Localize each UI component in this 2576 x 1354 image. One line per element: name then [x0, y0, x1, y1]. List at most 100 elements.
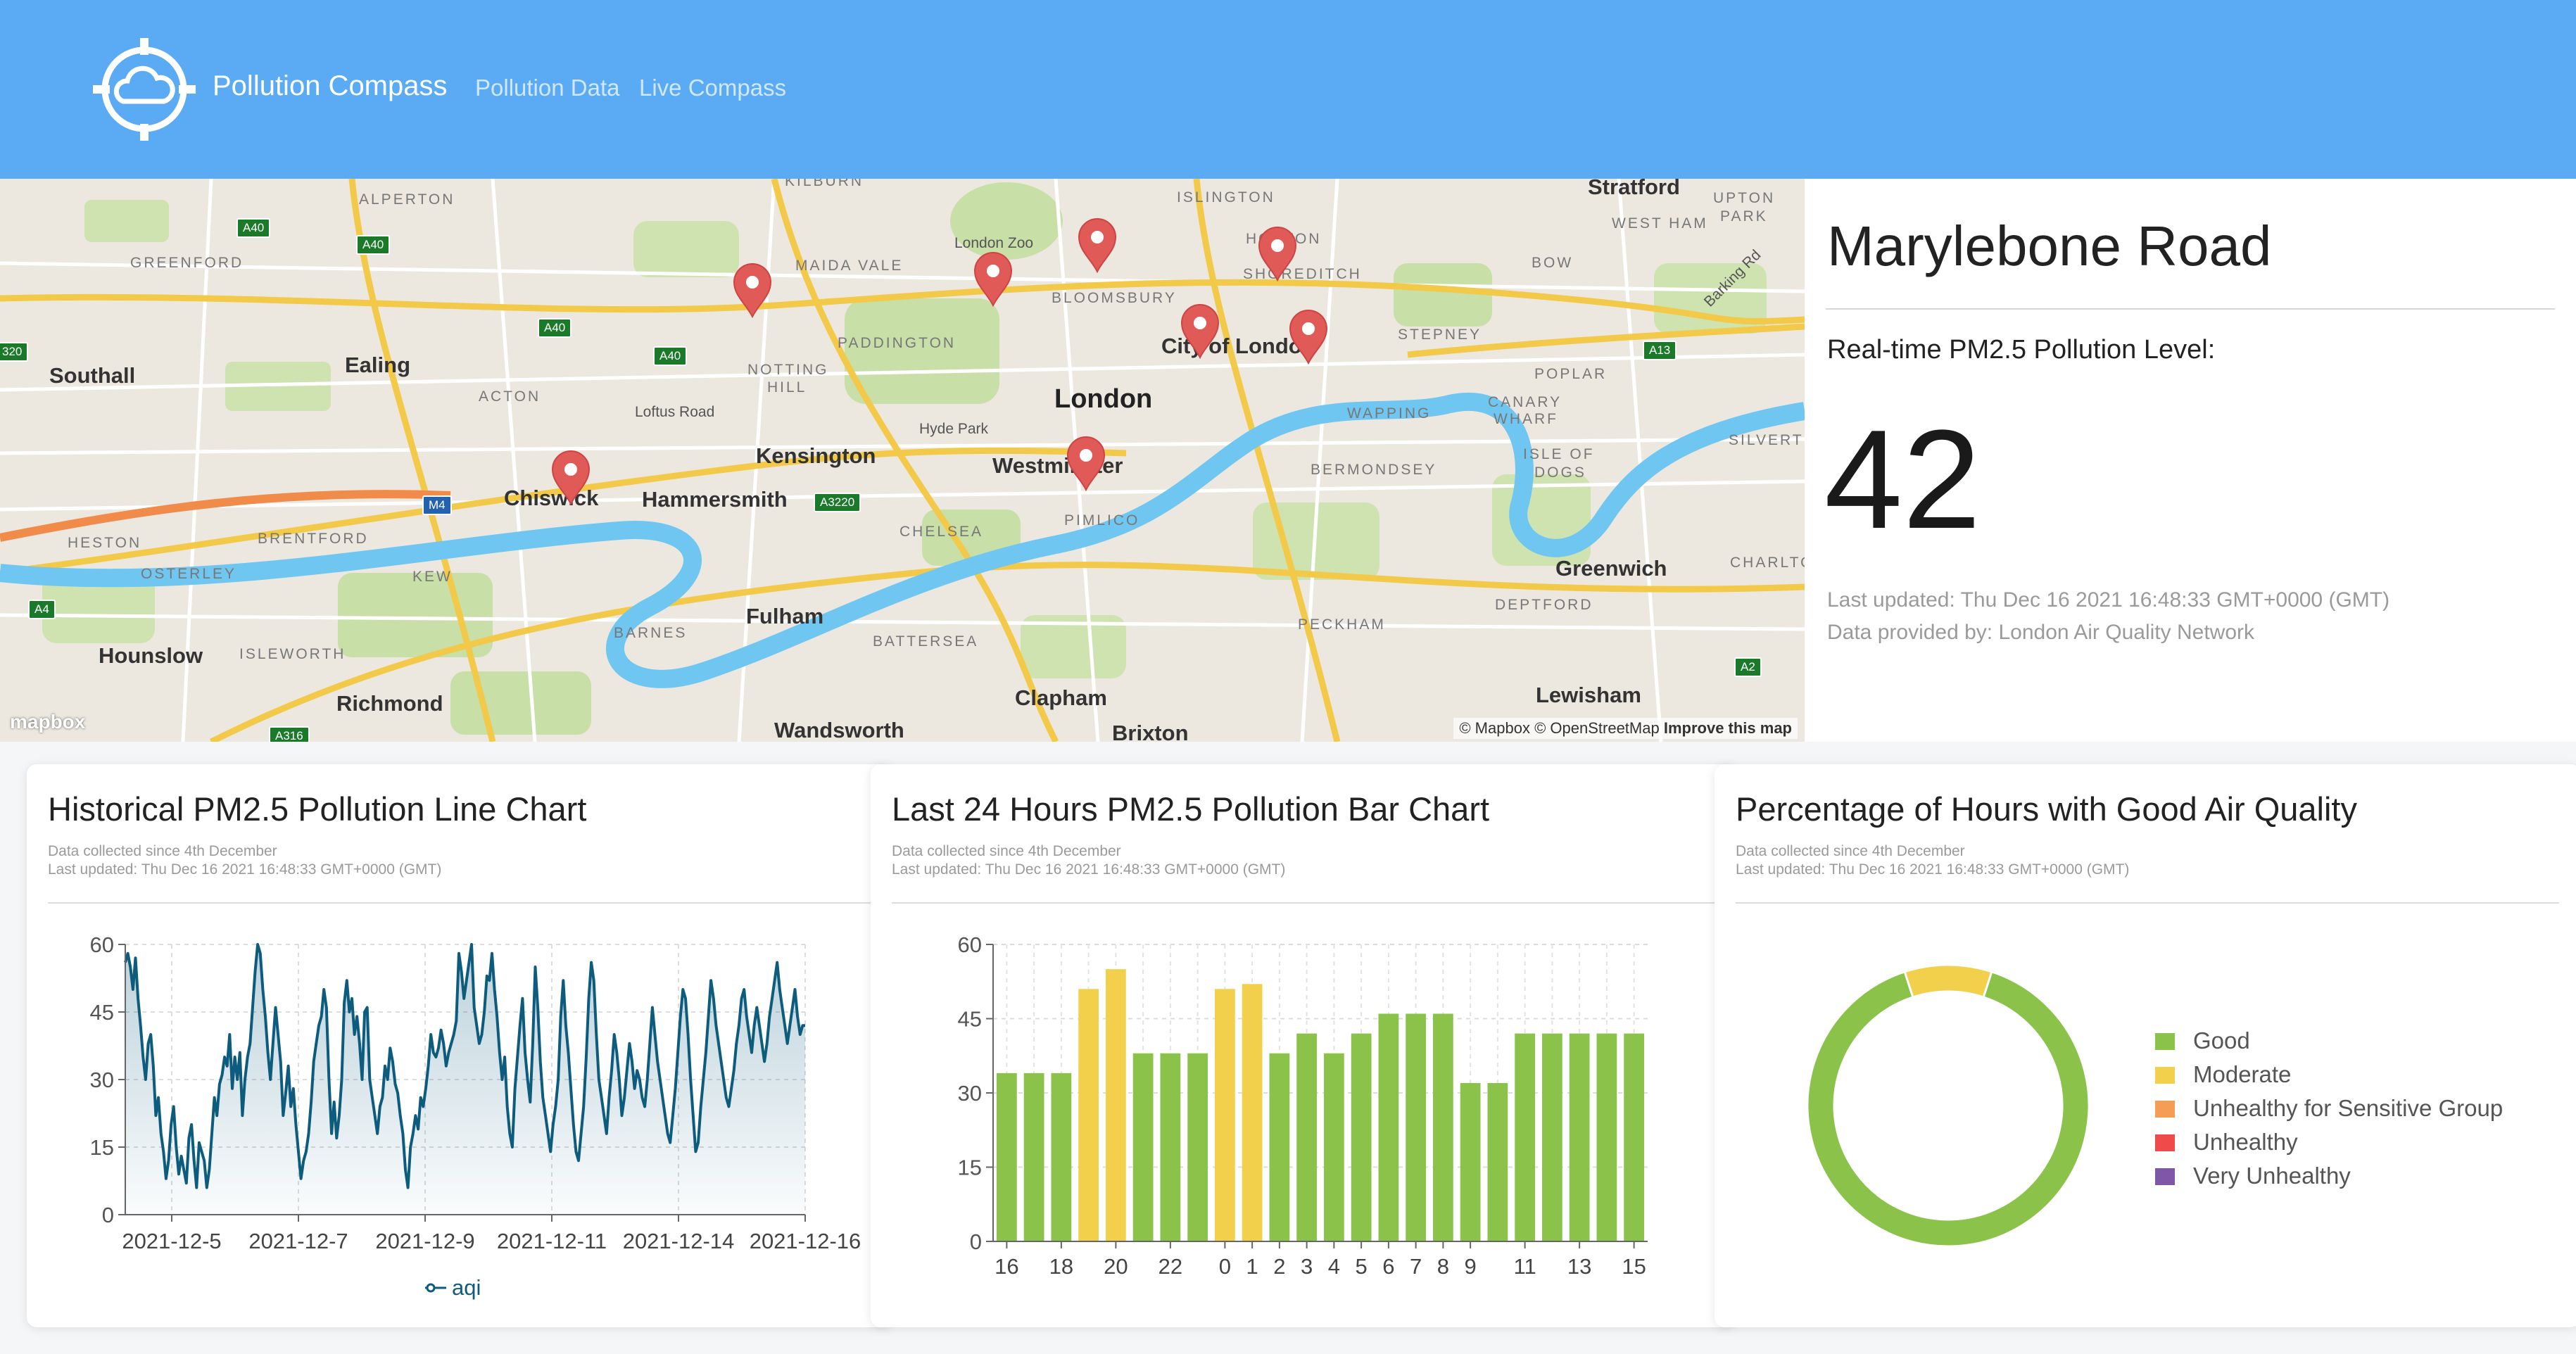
station-marker-icon[interactable]	[550, 450, 591, 505]
map-label-kilburn: KILBURN	[785, 179, 864, 189]
x-tick-label: 6	[1382, 1254, 1394, 1279]
nav-link-pollution-data[interactable]: Pollution Data	[475, 75, 619, 101]
bar	[997, 1073, 1017, 1241]
map-label-park: PARK	[1720, 208, 1768, 224]
legend-swatch	[2155, 1134, 2175, 1151]
station-marker-icon[interactable]	[973, 252, 1014, 307]
x-tick-label: 2	[1273, 1254, 1285, 1279]
bar	[1051, 1073, 1072, 1241]
road-badge-a4: A4	[28, 600, 56, 619]
map-label-dogs: DOGS	[1534, 464, 1586, 481]
legend-item[interactable]: Moderate	[2155, 1061, 2291, 1088]
station-marker-icon[interactable]	[1180, 304, 1220, 359]
bar	[1132, 1053, 1154, 1241]
map-label-chelsea: CHELSEA	[899, 524, 984, 540]
x-tick-label: 3	[1301, 1254, 1313, 1279]
bar	[1106, 969, 1126, 1241]
map-label-isle-of: ISLE OF	[1523, 446, 1595, 462]
realtime-label: Real-time PM2.5 Pollution Level:	[1827, 335, 2216, 365]
map-label-wandsworth: Wandsworth	[774, 718, 904, 742]
map-label-richmond: Richmond	[336, 691, 443, 716]
map-label-notting: NOTTING	[747, 362, 829, 378]
legend-item[interactable]: Very Unhealthy	[2155, 1163, 2351, 1189]
attribution-osm-link[interactable]: © OpenStreetMap	[1534, 719, 1660, 737]
map-label-london: London	[1054, 384, 1153, 414]
map-label-bloomsbury: BLOOMSBURY	[1052, 290, 1177, 306]
road-badge-m320: 320	[0, 342, 29, 362]
y-tick-label: 30	[90, 1068, 114, 1092]
station-marker-icon[interactable]	[1077, 218, 1118, 273]
map-label-pimlico: PIMLICO	[1064, 512, 1140, 529]
map-label-osterley: OSTERLEY	[141, 566, 237, 582]
legend-label: Moderate	[2193, 1061, 2292, 1087]
legend-item[interactable]: Unhealthy	[2155, 1129, 2298, 1156]
donut-slice	[1806, 970, 2090, 1248]
map-label-acton: ACTON	[479, 388, 541, 405]
map-label-maida-vale: MAIDA VALE	[795, 258, 904, 274]
map-label-hammersmith: Hammersmith	[642, 487, 788, 512]
bar	[1269, 1053, 1290, 1241]
attribution-mapbox-link[interactable]: © Mapbox	[1459, 719, 1530, 737]
x-tick-label: 2021-12-14	[623, 1229, 735, 1253]
bar-chart[interactable]: 01530456016 18 20 22 0 1 2 3 4 5 6 7 8 9 11 13 15	[871, 764, 1736, 1327]
legend-marker-dot	[426, 1283, 436, 1293]
bar	[1596, 1033, 1617, 1241]
map-label-hounslow: Hounslow	[99, 643, 203, 668]
x-tick-label: 1	[1246, 1254, 1258, 1279]
map-label-wapping: WAPPING	[1347, 405, 1432, 422]
station-marker-icon[interactable]	[1257, 227, 1298, 281]
x-tick-label: 8	[1437, 1254, 1449, 1279]
map-label-clapham: Clapham	[1015, 685, 1107, 710]
bar	[1324, 1053, 1344, 1241]
map-label-hyde-park: Hyde Park	[919, 421, 989, 437]
road-badge-a2: A2	[1734, 657, 1762, 677]
improve-map-link[interactable]: Improve this map	[1664, 719, 1792, 737]
bar-chart-card: Last 24 Hours PM2.5 Pollution Bar Chart …	[871, 764, 1736, 1327]
map-label-southall: Southall	[49, 363, 136, 388]
bar	[1160, 1053, 1181, 1241]
bar	[1624, 1033, 1644, 1241]
map-label-kensington: Kensington	[756, 443, 876, 468]
x-tick-label: 0	[1219, 1254, 1231, 1279]
y-tick-label: 0	[102, 1203, 114, 1227]
bar	[1460, 1082, 1481, 1241]
bar	[1569, 1033, 1590, 1241]
station-marker-icon[interactable]	[1288, 310, 1329, 365]
map-label-barnes: BARNES	[614, 625, 688, 641]
bar	[1023, 1073, 1044, 1241]
station-marker-icon[interactable]	[1066, 436, 1106, 491]
x-tick-label: 2021-12-11	[497, 1229, 607, 1253]
nav-link-live-compass[interactable]: Live Compass	[639, 75, 786, 101]
map-label-west-ham: WEST HAM	[1612, 215, 1708, 232]
map-label-bermondsey: BERMONDSEY	[1311, 462, 1437, 478]
map-label-alperton: ALPERTON	[359, 191, 455, 208]
y-tick-label: 15	[958, 1156, 982, 1180]
map-label-ealing: Ealing	[345, 353, 411, 377]
bar	[1242, 984, 1263, 1241]
line-chart[interactable]: 0 15 30 45 60 2021-12-5 2021-12-7 2021-12-9 2021…	[27, 764, 892, 1327]
bar	[1215, 989, 1235, 1241]
x-tick-label: 16	[995, 1254, 1018, 1279]
x-tick-label: 20	[1104, 1254, 1128, 1279]
pollution-map[interactable]: KILBURN ALPERTON GREENFORD Southall Eali…	[0, 179, 1805, 742]
map-label-fulham: Fulham	[746, 604, 824, 628]
compass-cloud-logo-icon[interactable]	[91, 37, 197, 142]
station-marker-icon[interactable]	[732, 263, 773, 318]
map-label-deptford: DEPTFORD	[1495, 597, 1593, 613]
mapbox-logo[interactable]: mapbox	[10, 711, 85, 733]
map-label-heston: HESTON	[68, 535, 142, 551]
legend-item[interactable]: Unhealthy for Sensitive Group	[2155, 1095, 2503, 1122]
y-tick-label: 60	[90, 932, 114, 957]
legend-item[interactable]: Good	[2155, 1027, 2250, 1054]
donut-chart[interactable]	[1715, 764, 2576, 1327]
station-info-panel: Marylebone Road Real-time PM2.5 Pollutio…	[1805, 179, 2576, 742]
map-label-hill: HILL	[767, 379, 807, 396]
map-label-lewisham: Lewisham	[1536, 683, 1641, 707]
bar	[1515, 1033, 1535, 1241]
brand-title[interactable]: Pollution Compass	[213, 70, 448, 102]
legend-label: Unhealthy	[2193, 1129, 2298, 1155]
y-tick-label: 45	[958, 1007, 982, 1032]
x-tick-label: 5	[1356, 1254, 1368, 1279]
map-label-brentford: BRENTFORD	[258, 531, 369, 547]
line-chart-card: Historical PM2.5 Pollution Line Chart Da…	[27, 764, 892, 1327]
